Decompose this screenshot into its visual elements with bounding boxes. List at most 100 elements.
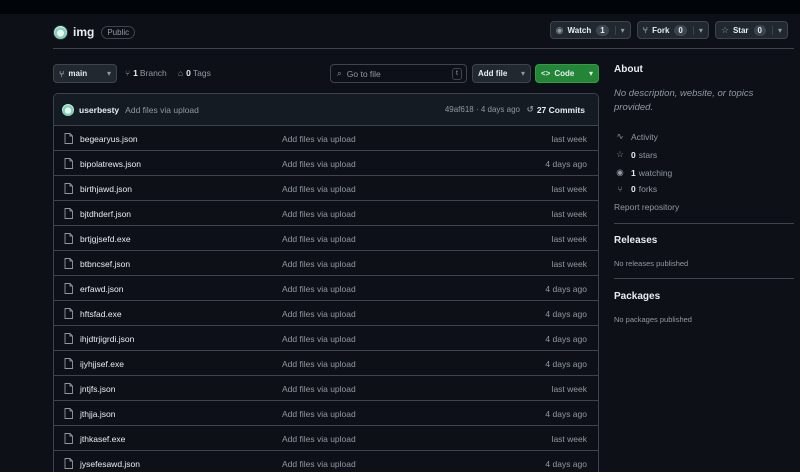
file-row[interactable]: ijyhjjsef.exe Add files via upload 4 days … xyxy=(54,351,598,376)
fork-button[interactable]: ⑂ Fork 0 ▾ xyxy=(636,21,709,39)
releases-heading[interactable]: Releases xyxy=(614,235,657,246)
file-row[interactable]: jthjja.json Add files via upload 4 days ag… xyxy=(54,401,598,426)
forks-link[interactable]: ⑂ 0 forks xyxy=(614,184,657,194)
star-icon: ☆ xyxy=(616,149,624,159)
file-name[interactable]: erfawd.json xyxy=(80,284,123,294)
tags-label: Tags xyxy=(192,68,211,78)
activity-link[interactable]: ∿ Activity xyxy=(614,131,657,142)
file-row[interactable]: begearyus.json Add files via upload last w… xyxy=(54,126,598,151)
branch-name: main xyxy=(68,69,88,78)
file-commit-message[interactable]: Add files via upload xyxy=(282,284,356,294)
file-commit-message[interactable]: Add files via upload xyxy=(282,259,356,269)
file-date: 4 days ago xyxy=(545,409,587,419)
file-icon xyxy=(64,408,73,419)
chevron-down-icon[interactable]: ▾ xyxy=(692,25,703,35)
packages-empty: No packages published xyxy=(614,315,692,324)
top-bar xyxy=(0,0,800,14)
sidebar-divider xyxy=(614,223,794,224)
commit-author[interactable]: userbesty xyxy=(79,105,119,115)
go-to-file-input[interactable]: ⌕ Go to file t xyxy=(330,64,467,83)
file-icon xyxy=(64,258,73,269)
commit-message[interactable]: Add files via upload xyxy=(125,105,199,115)
file-row[interactable]: brtjgjsefd.exe Add files via upload last w… xyxy=(54,226,598,251)
file-icon xyxy=(64,308,73,319)
file-commit-message[interactable]: Add files via upload xyxy=(282,384,356,394)
file-name[interactable]: jntjfs.json xyxy=(80,384,115,394)
owner-avatar[interactable] xyxy=(53,24,68,40)
repo-name[interactable]: img xyxy=(73,25,94,39)
file-name[interactable]: jysefesawd.json xyxy=(80,459,140,469)
file-row[interactable]: jntjfs.json Add files via upload last week xyxy=(54,376,598,401)
branches-link[interactable]: ⑂ 1 Branch xyxy=(125,68,167,78)
file-commit-message[interactable]: Add files via upload xyxy=(282,409,356,419)
tags-link[interactable]: ⌂ 0 Tags xyxy=(178,68,211,78)
file-name[interactable]: hftsfad.exe xyxy=(80,309,122,319)
watching-label: watching xyxy=(638,167,673,178)
file-commit-message[interactable]: Add files via upload xyxy=(282,234,356,244)
history-icon: ↺ xyxy=(526,104,534,114)
stars-link[interactable]: ☆ 0 stars xyxy=(614,149,657,160)
chevron-down-icon: ▾ xyxy=(520,69,525,78)
file-commit-message[interactable]: Add files via upload xyxy=(282,434,356,444)
fork-icon: ⑂ xyxy=(642,25,649,35)
file-name[interactable]: bipolatrews.json xyxy=(80,159,141,169)
code-icon: <> xyxy=(541,69,551,78)
file-row[interactable]: btbncsef.json Add files via upload last we… xyxy=(54,251,598,276)
file-row[interactable]: bjtdhderf.json Add files via upload last w… xyxy=(54,201,598,226)
file-row[interactable]: ihjdtrjigrdi.json Add files via upload 4 d… xyxy=(54,326,598,351)
tags-count: 0 xyxy=(186,68,191,78)
visibility-badge: Public xyxy=(101,25,136,39)
file-commit-message[interactable]: Add files via upload xyxy=(282,309,356,319)
code-button[interactable]: <> Code ▾ xyxy=(535,64,599,83)
file-name[interactable]: bjtdhderf.json xyxy=(80,209,131,219)
file-name[interactable]: btbncsef.json xyxy=(80,259,130,269)
report-repository-link[interactable]: Report repository xyxy=(614,202,679,212)
commits-link[interactable]: ↺ 27 Commits xyxy=(527,104,585,115)
star-label: Star xyxy=(732,25,749,35)
packages-heading[interactable]: Packages xyxy=(614,291,660,302)
file-icon xyxy=(64,208,73,219)
watching-link[interactable]: ◉ 1 watching xyxy=(614,167,672,178)
watch-label: Watch xyxy=(567,25,592,35)
file-name[interactable]: ijyhjjsef.exe xyxy=(80,359,124,369)
search-icon: ⌕ xyxy=(337,68,342,78)
watch-count: 1 xyxy=(596,24,609,36)
branches-label: Branch xyxy=(139,68,167,78)
eye-icon: ◉ xyxy=(616,167,624,177)
file-row[interactable]: erfawd.json Add files via upload 4 days ag… xyxy=(54,276,598,301)
file-row[interactable]: bipolatrews.json Add files via upload 4 da… xyxy=(54,151,598,176)
file-name[interactable]: brtjgjsefd.exe xyxy=(80,234,131,244)
file-row[interactable]: jthkasef.exe Add files via upload last wee… xyxy=(54,426,598,451)
file-commit-message[interactable]: Add files via upload xyxy=(282,334,356,344)
file-commit-message[interactable]: Add files via upload xyxy=(282,134,356,144)
file-name[interactable]: birthjawd.json xyxy=(80,184,132,194)
file-row[interactable]: hftsfad.exe Add files via upload 4 days ag… xyxy=(54,301,598,326)
file-date: last week xyxy=(551,209,587,219)
file-commit-message[interactable]: Add files via upload xyxy=(282,209,356,219)
branch-selector[interactable]: ⑂ main ▾ xyxy=(53,64,117,83)
file-name[interactable]: ihjdtrjigrdi.json xyxy=(80,334,134,344)
file-date: 4 days ago xyxy=(545,284,587,294)
file-name[interactable]: begearyus.json xyxy=(80,134,138,144)
chevron-down-icon: ▾ xyxy=(106,69,111,78)
add-file-button[interactable]: Add file ▾ xyxy=(472,64,531,83)
add-file-label: Add file xyxy=(478,69,508,78)
chevron-down-icon: ▾ xyxy=(588,69,593,78)
commit-meta[interactable]: 49af618 · 4 days ago xyxy=(445,105,520,114)
file-row[interactable]: jysefesawd.json Add files via upload 4 day… xyxy=(54,451,598,472)
star-button[interactable]: ☆ Star 0 ▾ xyxy=(714,21,788,39)
about-heading: About xyxy=(614,64,643,75)
file-commit-message[interactable]: Add files via upload xyxy=(282,459,356,469)
chevron-down-icon[interactable]: ▾ xyxy=(771,25,782,35)
file-icon xyxy=(64,458,73,469)
avatar[interactable] xyxy=(62,103,74,116)
watch-button[interactable]: ◉ Watch 1 ▾ xyxy=(549,21,631,39)
file-commit-message[interactable]: Add files via upload xyxy=(282,184,356,194)
file-name[interactable]: jthjja.json xyxy=(80,409,115,419)
file-date: 4 days ago xyxy=(545,159,587,169)
chevron-down-icon[interactable]: ▾ xyxy=(614,25,625,35)
file-row[interactable]: birthjawd.json Add files via upload last w… xyxy=(54,176,598,201)
file-commit-message[interactable]: Add files via upload xyxy=(282,359,356,369)
file-name[interactable]: jthkasef.exe xyxy=(80,434,125,444)
file-commit-message[interactable]: Add files via upload xyxy=(282,159,356,169)
